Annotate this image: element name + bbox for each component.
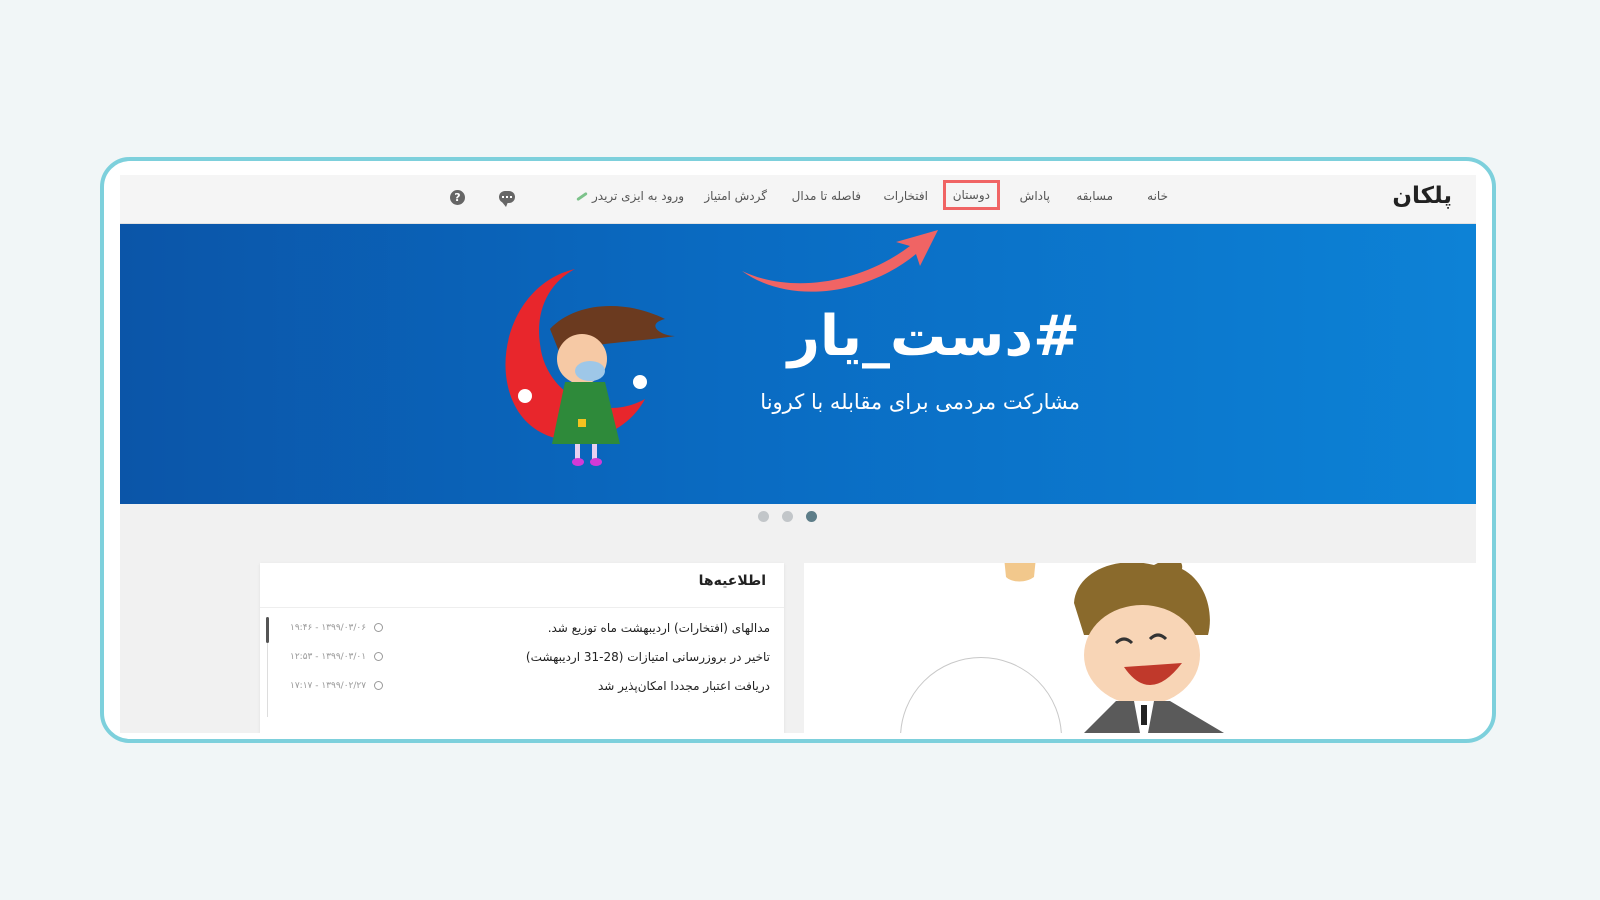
clock-icon [373, 681, 383, 690]
notification-time: ۱۹:۴۶ - ۱۳۹۹/۰۳/۰۶ [290, 623, 383, 633]
site-logo[interactable]: پلکان [1392, 183, 1452, 209]
easytrader-icon [576, 191, 588, 202]
notification-text[interactable]: تاخیر در بروزرسانی امتیازات (28-31 اردیب… [526, 650, 770, 664]
carousel-dot[interactable] [758, 511, 769, 522]
nav-honors[interactable]: افتخارات [883, 189, 928, 203]
nav-easytrader-label: ورود به ایزی تریدر [591, 189, 684, 203]
notification-time: ۱۲:۵۳ - ۱۳۹۹/۰۳/۰۱ [290, 652, 383, 662]
chat-icon[interactable] [499, 191, 515, 207]
top-navbar: پلکان خانه مسابقه پاداش دوستان افتخارات … [120, 175, 1476, 224]
hero-banner[interactable]: #دست_یار مشارکت مردمی برای مقابله با کرو… [120, 224, 1476, 504]
cartoon-boy-illustration [1004, 563, 1224, 733]
carousel-dot-active[interactable] [806, 511, 817, 522]
nav-reward[interactable]: پاداش [1020, 189, 1050, 203]
banner-subtitle: مشارکت مردمی برای مقابله با کرونا [760, 390, 1080, 414]
notification-text[interactable]: مدالهای (افتخارات) اردیبهشت ماه توزیع شد… [548, 621, 770, 635]
notification-item[interactable]: تاخیر در بروزرسانی امتیازات (28-31 اردیب… [280, 650, 770, 672]
nav-home[interactable]: خانه [1147, 189, 1168, 203]
clock-icon [373, 623, 383, 632]
notifications-card: اطلاعیه‌ها مدالهای (افتخارات) اردیبهشت م… [260, 563, 784, 733]
annotation-arrow-icon [742, 230, 938, 292]
nav-medal-distance[interactable]: فاصله تا مدال [792, 189, 861, 203]
notification-text[interactable]: دریافت اعتبار مجددا امکان‌پذیر شد [598, 679, 770, 693]
nav-easytrader-login[interactable]: ورود به ایزی تریدر [570, 189, 684, 203]
notification-time-label: ۱۹:۴۶ - ۱۳۹۹/۰۳/۰۶ [290, 623, 367, 633]
notification-time-label: ۱۲:۵۳ - ۱۳۹۹/۰۳/۰۱ [290, 652, 367, 662]
carousel-dot[interactable] [782, 511, 793, 522]
scroll-thumb[interactable] [266, 617, 269, 643]
notification-item[interactable]: مدالهای (افتخارات) اردیبهشت ماه توزیع شد… [280, 621, 770, 643]
notifications-title: اطلاعیه‌ها [698, 573, 766, 589]
nav-score-turnover[interactable]: گردش امتیاز [704, 189, 767, 203]
nav-friends[interactable]: دوستان [942, 180, 1000, 210]
notification-item[interactable]: دریافت اعتبار مجددا امکان‌پذیر شد ۱۷:۱۷ … [280, 679, 770, 701]
banner-title: #دست_یار [787, 304, 1080, 369]
site-viewport: پلکان خانه مسابقه پاداش دوستان افتخارات … [120, 175, 1476, 733]
screenshot-frame: پلکان خانه مسابقه پاداش دوستان افتخارات … [100, 157, 1496, 743]
nav-competition[interactable]: مسابقه [1076, 189, 1113, 203]
help-icon[interactable]: ? [450, 190, 465, 205]
divider [260, 607, 784, 608]
notification-time: ۱۷:۱۷ - ۱۳۹۹/۰۲/۲۷ [290, 681, 383, 691]
notification-time-label: ۱۷:۱۷ - ۱۳۹۹/۰۲/۲۷ [290, 681, 367, 691]
promo-card [804, 563, 1476, 733]
clock-icon [373, 652, 383, 661]
